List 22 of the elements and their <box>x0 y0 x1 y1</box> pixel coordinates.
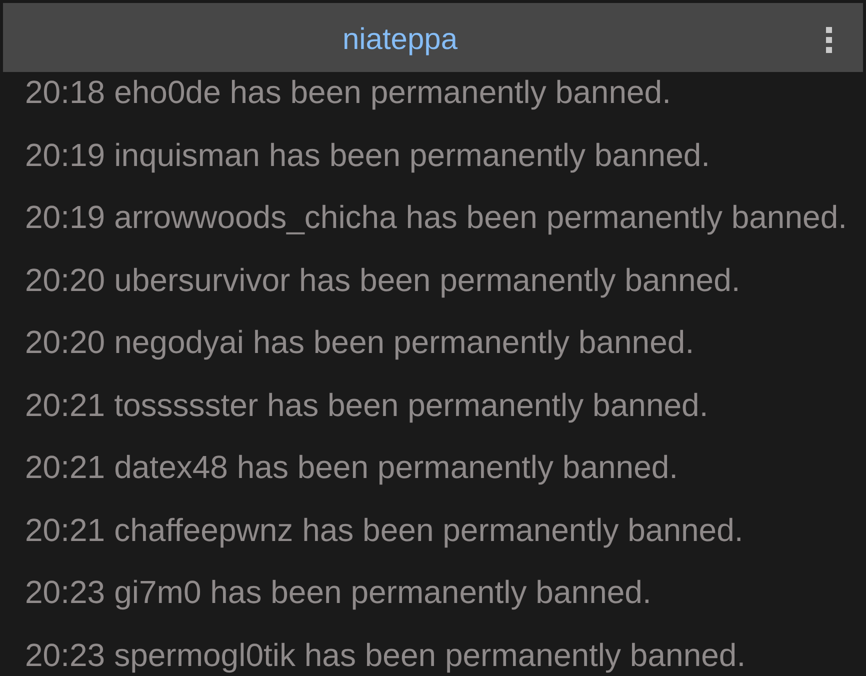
message-time: 20:23 <box>25 573 106 612</box>
message-text: arrowwoods_chicha has been permanently banned. <box>114 198 847 237</box>
message-time: 20:19 <box>25 198 106 237</box>
message-text: inquisman has been permanently banned. <box>114 136 710 174</box>
message-text: spermogl0tik has been permanently banned. <box>114 636 746 674</box>
channel-title: niateppa <box>342 22 458 58</box>
message-time: 20:18 <box>25 73 106 112</box>
message-text: tossssster has been permanently banned. <box>114 386 708 424</box>
message-text: gi7m0 has been permanently banned. <box>114 573 652 612</box>
message-time: 20:23 <box>25 636 106 674</box>
message-time: 20:21 <box>25 386 106 424</box>
message-text: datex48 has been permanently banned. <box>114 448 678 487</box>
message-text: eho0de has been permanently banned. <box>114 73 671 112</box>
message-text: chaffeepwnz has been permanently banned. <box>114 510 744 550</box>
message-text: negodyai has been permanently banned. <box>114 323 694 362</box>
message-time: 20:19 <box>25 136 106 174</box>
message-text: ubersurvivor has been permanently banned. <box>114 260 740 300</box>
message-time: 20:21 <box>25 448 106 487</box>
more-options-icon <box>826 27 832 53</box>
message-time: 20:21 <box>25 510 106 550</box>
message-time: 20:20 <box>25 323 106 362</box>
message-time: 20:20 <box>25 260 106 300</box>
